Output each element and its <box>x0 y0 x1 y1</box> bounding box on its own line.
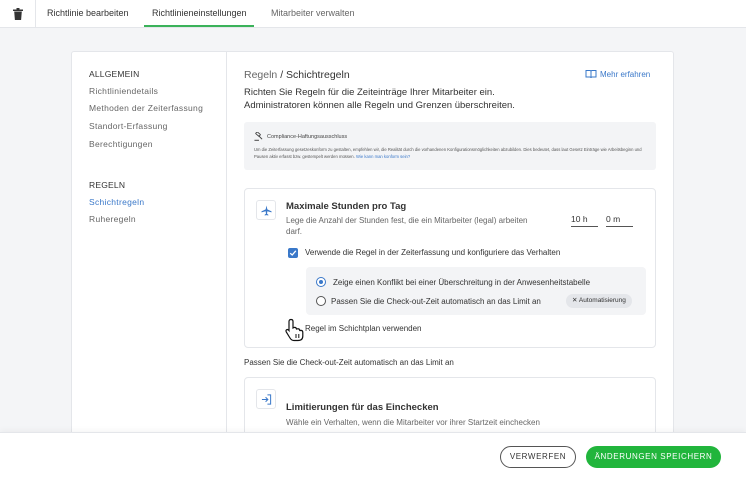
nav-section-general: ALLGEMEIN <box>89 69 140 79</box>
radio-show-conflict[interactable] <box>316 277 326 287</box>
active-tab-indicator <box>144 25 254 27</box>
checkin-limits-title: Limitierungen für das Einchecken <box>286 402 439 413</box>
compliance-disclaimer: Compliance-Haftungsausschluss Um die Zei… <box>244 122 656 170</box>
max-hours-title: Maximale Stunden pro Tag <box>286 201 407 212</box>
delete-button[interactable] <box>0 0 36 28</box>
schedule-rule-toggle-label[interactable]: Regel im Schichtplan verwenden <box>305 324 422 333</box>
nav-item-tracking-methods[interactable]: Methoden der Zeiterfassung <box>89 103 203 113</box>
gavel-icon <box>254 132 263 141</box>
checkin-icon-box <box>256 389 276 409</box>
compliance-title: Compliance-Haftungsausschluss <box>254 132 347 141</box>
automation-chip[interactable]: ✕ Automatisierung <box>566 294 632 308</box>
tab-edit-policy[interactable]: Richtlinie bearbeiten <box>47 0 129 28</box>
compliance-title-text: Compliance-Haftungsausschluss <box>267 133 348 140</box>
airplane-icon <box>260 204 272 216</box>
nav-item-permissions[interactable]: Berechtigungen <box>89 139 153 149</box>
radio-show-conflict-label[interactable]: Zeige einen Konflikt bei einer Überschre… <box>333 278 590 287</box>
login-icon <box>261 393 271 405</box>
learn-more-label: Mehr erfahren <box>600 69 651 79</box>
max-hours-minutes-input[interactable]: 0 m <box>606 214 633 227</box>
nav-item-location-tracking[interactable]: Standort-Erfassung <box>89 121 168 131</box>
trash-icon <box>12 8 23 20</box>
hand-pointer-icon <box>284 318 306 347</box>
compliance-body: Um die Zeiterfassung gesetzeskonform zu … <box>254 147 642 159</box>
max-hours-hours-input[interactable]: 10 h <box>571 214 598 227</box>
breadcrumb-separator: / <box>277 69 287 81</box>
nav-item-policy-details[interactable]: Richtliniendetails <box>89 86 158 96</box>
radio-auto-checkout-label[interactable]: Passen Sie die Check-out-Zeit automatisc… <box>331 297 541 306</box>
learn-more-link[interactable]: Mehr erfahren <box>585 69 650 79</box>
max-hours-description: Lege die Anzahl der Stunden fest, die ei… <box>286 216 528 236</box>
top-tab-bar: Richtlinie bearbeiten Richtlinieneinstel… <box>0 0 746 28</box>
radio-auto-checkout[interactable] <box>316 296 326 306</box>
nav-item-shift-rules[interactable]: Schichtregeln <box>89 197 144 207</box>
breadcrumb-current: Schichtregeln <box>286 69 350 81</box>
book-icon <box>585 70 597 79</box>
intro-line-1: Richten Sie Regeln für die Zeiteinträge … <box>244 87 495 98</box>
intro-line-2: Administratoren können alle Regeln und G… <box>244 100 515 111</box>
checkmark-icon <box>289 250 297 256</box>
use-rule-checkbox-label[interactable]: Verwende die Regel in der Zeiterfassung … <box>305 248 560 257</box>
compliance-text: Um die Zeiterfassung gesetzeskonform zu … <box>254 146 649 160</box>
checkin-limits-description: Wähle ein Verhalten, wenn die Mitarbeite… <box>286 418 540 427</box>
nav-section-rules: REGELN <box>89 180 126 190</box>
discard-button[interactable]: VERWERFEN <box>500 446 576 468</box>
max-hours-icon-box <box>256 200 276 220</box>
auto-checkout-hint: Passen Sie die Check-out-Zeit automatisc… <box>244 358 454 367</box>
close-icon: ✕ <box>572 297 578 304</box>
breadcrumb-parent[interactable]: Regeln <box>244 69 277 81</box>
tab-manage-employees[interactable]: Mitarbeiter verwalten <box>271 0 355 28</box>
tab-policy-settings[interactable]: Richtlinieneinstellungen <box>152 0 247 28</box>
use-rule-checkbox[interactable] <box>288 248 298 258</box>
compliance-link[interactable]: Wie kann man konform sein? <box>356 154 410 159</box>
nav-divider <box>226 51 227 441</box>
save-changes-button[interactable]: ÄNDERUNGEN SPEICHERN <box>586 446 721 468</box>
breadcrumb: Regeln / Schichtregeln <box>244 69 350 81</box>
automation-chip-label: Automatisierung <box>578 297 626 304</box>
nav-item-rest-rules[interactable]: Ruheregeln <box>89 214 136 224</box>
page-intro: Richten Sie Regeln für die Zeiteinträge … <box>244 86 644 112</box>
